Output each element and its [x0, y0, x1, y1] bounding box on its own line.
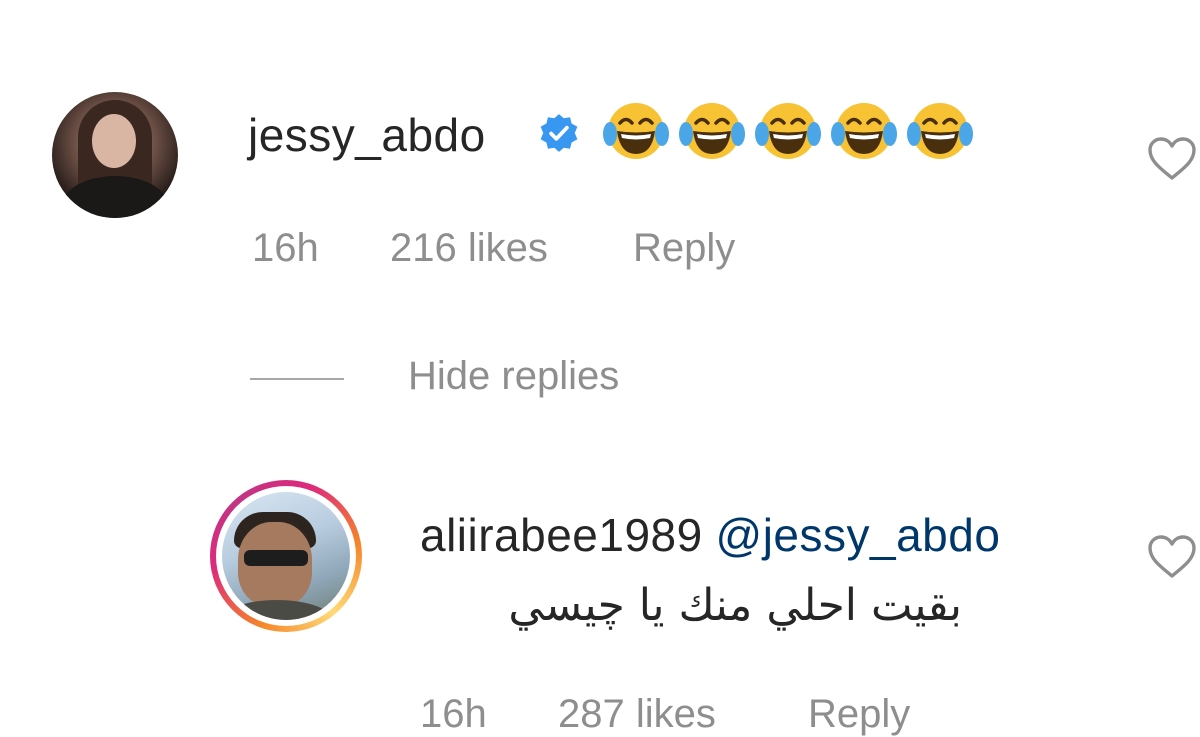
hide-replies-divider	[250, 378, 344, 380]
reply-text: بقيت احلي منك يا چيسي	[508, 580, 962, 631]
comment-likes-count[interactable]: 216 likes	[390, 226, 633, 271]
reply-likes-count[interactable]: 287 likes	[558, 692, 808, 737]
reply-header: aliirabee1989 @jessy_abdo	[420, 508, 1000, 562]
reply-mention-link[interactable]: @jessy_abdo	[716, 509, 1001, 561]
like-heart-icon[interactable]	[1146, 534, 1198, 580]
avatar-jessy-abdo[interactable]	[52, 92, 178, 218]
story-ring[interactable]	[210, 480, 362, 632]
laughing-tears-emoji-icon	[831, 103, 897, 159]
comment-time: 16h	[252, 226, 319, 270]
comment-meta: 16h 216 likes Reply	[252, 226, 735, 271]
reply-button[interactable]: Reply	[633, 226, 735, 271]
comment-emoji-text	[600, 98, 976, 164]
like-heart-icon[interactable]	[1146, 136, 1198, 182]
cut-off-text: ·	[650, 0, 710, 2]
reply-meta: 16h 287 likes Reply	[420, 692, 910, 737]
comment-username[interactable]: jessy_abdo	[248, 108, 486, 162]
avatar-aliirabee1989[interactable]	[222, 492, 350, 620]
laughing-tears-emoji-icon	[603, 103, 669, 159]
laughing-tears-emoji-icon	[679, 103, 745, 159]
reply-username[interactable]: aliirabee1989	[420, 509, 703, 561]
reply-time: 16h	[420, 692, 487, 736]
laughing-tears-emoji-icon	[907, 103, 973, 159]
laughing-tears-emoji-icon	[755, 103, 821, 159]
reply-button[interactable]: Reply	[808, 692, 910, 737]
hide-replies-button[interactable]: Hide replies	[408, 354, 619, 399]
verified-badge-icon	[540, 114, 578, 152]
